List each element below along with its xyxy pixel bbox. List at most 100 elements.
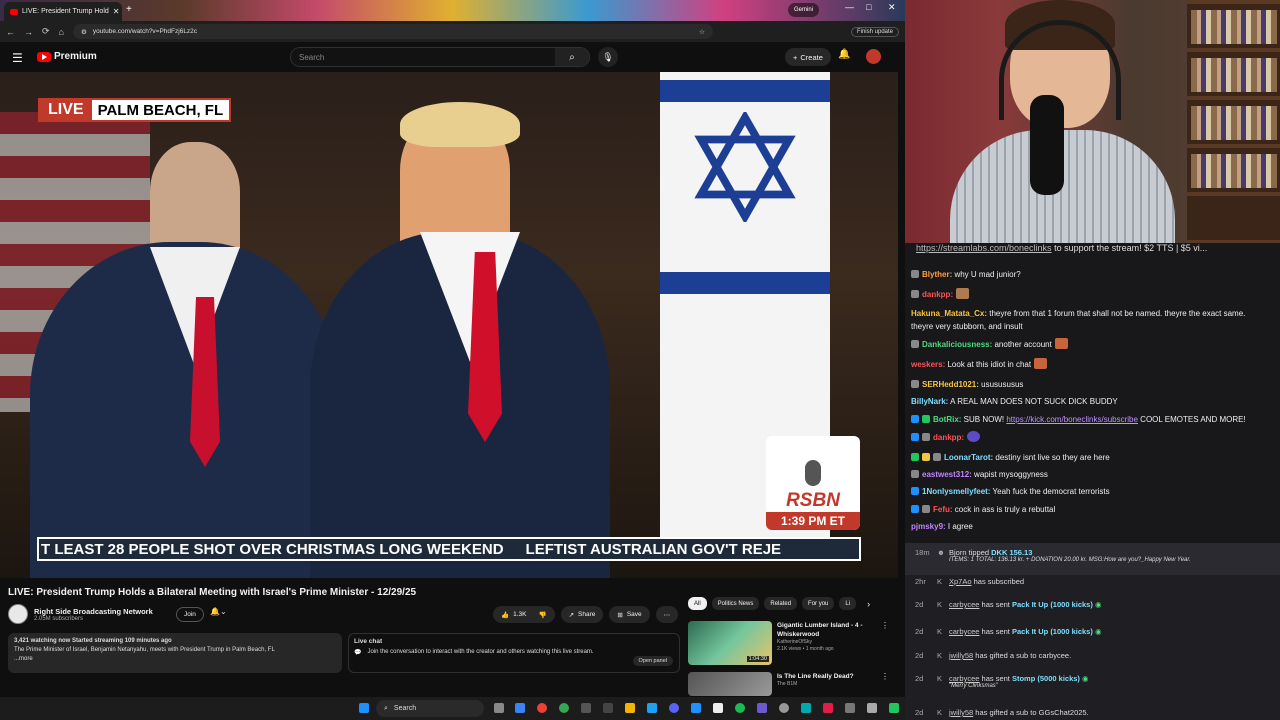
taskbar-search[interactable]: ⌕ Search [376,700,484,717]
discord-icon[interactable] [669,703,679,713]
spotify-icon[interactable] [735,703,745,713]
channel-avatar[interactable] [8,604,28,624]
event-user[interactable]: carbycee [949,600,979,609]
more-actions-icon[interactable]: ⋯ [655,606,679,623]
event-user[interactable]: Xp7Ao [949,577,972,586]
chat-username[interactable]: SERHedd1021: [922,380,979,389]
ticker-text-1: T LEAST 28 PEOPLE SHOT OVER CHRISTMAS LO… [41,540,504,558]
gemini-label: Gemini [794,7,814,13]
event-user[interactable]: jwilly58 [949,708,973,717]
recommendation-item[interactable]: Is The Line Really Dead? The B1M [688,672,877,696]
chat-username[interactable]: Hakuna_Matata_Cx: [911,309,987,318]
chat-username[interactable]: Blyther: [922,270,952,279]
app-icon[interactable] [757,703,767,713]
chat-username[interactable]: Fefu: [933,505,953,514]
description-more[interactable]: ...more [14,655,336,664]
chip-for-you[interactable]: For you [802,597,835,610]
bookmark-star-icon[interactable]: ☆ [699,28,705,36]
chat-username[interactable]: 1Nonlysmellyfeet: [922,487,990,496]
gemini-button[interactable]: Gemini [788,3,820,17]
app-icon[interactable] [603,703,613,713]
task-view-icon[interactable] [494,703,504,713]
menu-icon[interactable]: ☰ [12,51,23,65]
recommendation-item[interactable]: 1:04:30 Gigantic Lumber Island - 4 - Whi… [688,621,877,665]
account-avatar[interactable] [866,49,881,64]
video-player[interactable]: LIVE PALM BEACH, FL RSBN 1:39 PM ET T LE… [0,72,898,578]
description-box[interactable]: 3,421 watching now Started streaming 109… [8,633,342,673]
app-icon[interactable] [845,703,855,713]
event-highlight: DKK 156.13 [991,548,1033,557]
chip-all[interactable]: All [688,597,707,610]
tab-close-icon[interactable]: ✕ [113,7,120,16]
url-bar[interactable]: ⚙ youtube.com/watch?v=PhdFzj6Lz2c ☆ [72,24,713,39]
forward-icon[interactable]: → [24,27,33,37]
chips-next-icon[interactable]: › [867,599,870,609]
chip-politics-news[interactable]: Politics News [711,597,760,610]
app-icon[interactable] [581,703,591,713]
channel-name[interactable]: Right Side Broadcasting Network [34,607,153,616]
browser-tab-youtube[interactable]: LIVE: President Trump Hold ✕ [4,2,122,21]
site-info-icon[interactable]: ⚙ [81,28,87,36]
chat-username[interactable]: weskers: [911,360,945,369]
recommendation-menu-icon[interactable]: ⋮ [881,672,889,681]
home-icon[interactable]: ⌂ [59,27,64,37]
open-panel-button[interactable]: Open panel [632,656,673,666]
finish-update-button[interactable]: Finish update [850,26,899,37]
like-button[interactable]: 👍 1.3K 👎 [493,606,555,623]
chat-username[interactable]: pjmsky9: [911,522,946,531]
chrome-icon[interactable] [537,703,547,713]
app-icon[interactable] [801,703,811,713]
share-button[interactable]: ↗ Share [560,606,604,623]
create-button[interactable]: + Create [785,48,831,66]
recommendation-menu-icon[interactable]: ⋮ [881,621,889,630]
channel-info[interactable]: Right Side Broadcasting Network 2.05M su… [8,604,153,624]
app-icon[interactable] [867,703,877,713]
create-label: Create [800,52,823,62]
chrome-profile-icon[interactable] [559,703,569,713]
event-user[interactable]: Bjorn [949,548,967,557]
app-icon[interactable] [647,703,657,713]
recommendation-thumbnail[interactable]: 1:04:30 [688,621,772,665]
subscribe-bell-icon[interactable]: 🔔⌄ [210,607,227,622]
chat-username[interactable]: BotRix: [933,415,961,424]
edge-icon[interactable] [515,703,525,713]
new-tab-button[interactable]: + [126,4,132,15]
voice-search-icon[interactable]: 🎙 [598,47,618,67]
youtube-logo[interactable]: Premium [37,51,97,62]
chat-username[interactable]: dankpp: [933,433,964,442]
chat-username[interactable]: LoonarTarot: [944,453,993,462]
notifications-bell-icon[interactable]: 🔔 [838,49,850,60]
window-close-icon[interactable]: ✕ [888,2,896,13]
back-icon[interactable]: ← [6,27,15,37]
app-icon[interactable] [779,703,789,713]
streamlabs-link[interactable]: https://streamlabs.com/boneclinks [916,243,1052,253]
event-user[interactable]: jwilly58 [949,651,973,660]
chat-username[interactable]: BillyNark: [911,397,948,406]
join-button[interactable]: Join [176,607,204,622]
file-explorer-icon[interactable] [625,703,635,713]
app-icon[interactable] [823,703,833,713]
reload-icon[interactable]: ⟳ [42,26,50,37]
kick-icon[interactable] [889,703,899,713]
screen: LIVE: President Trump Hold ✕ + Gemini — … [0,0,1280,720]
save-button[interactable]: ⊞ Save [609,606,650,623]
event-user[interactable]: carbycee [949,674,979,683]
chip-related[interactable]: Related [764,597,798,610]
recommendation-title[interactable]: Is The Line Really Dead? [777,672,877,681]
thumbs-down-icon[interactable]: 👎 [538,611,546,619]
chat-username[interactable]: eastwest312: [922,470,972,479]
recommendation-title[interactable]: Gigantic Lumber Island - 4 - Whiskerwood [777,621,877,639]
chip-live[interactable]: Li [839,597,857,610]
event-user[interactable]: carbycee [949,627,979,636]
search-input[interactable]: Search [291,53,555,62]
maximize-icon[interactable]: □ [866,2,871,12]
app-icon[interactable] [713,703,723,713]
chat-username[interactable]: Dankaliciousness: [922,340,992,349]
start-icon[interactable] [359,703,369,713]
minimize-icon[interactable]: — [845,2,854,12]
chat-username[interactable]: dankpp: [922,290,953,299]
app-icon[interactable] [691,703,701,713]
recommendation-thumbnail[interactable] [688,672,772,696]
kick-subscribe-link[interactable]: https://kick.com/boneclinks/subscribe [1006,415,1138,424]
search-icon[interactable]: ⌕ [555,48,589,66]
